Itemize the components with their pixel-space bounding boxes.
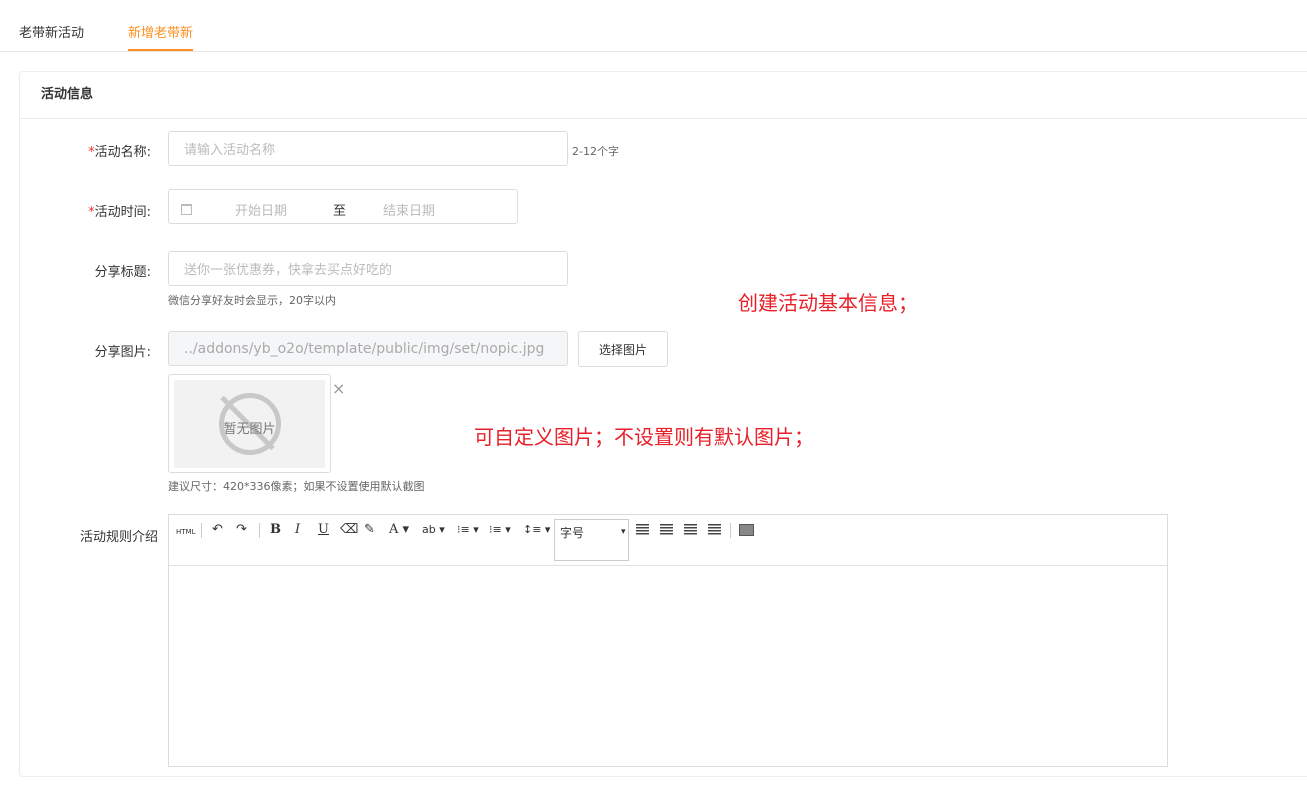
- select-image-button[interactable]: 选择图片: [578, 331, 668, 367]
- underline-button[interactable]: U: [318, 522, 329, 538]
- align-justify-icon[interactable]: [708, 524, 721, 536]
- tab-old-bring-new-activity[interactable]: 老带新活动: [19, 22, 84, 51]
- insert-image-icon[interactable]: [739, 524, 754, 536]
- line-height-button[interactable]: ↕≡ ▾: [523, 522, 550, 538]
- redo-icon[interactable]: ↷: [236, 522, 247, 538]
- start-date-input[interactable]: 开始日期: [235, 200, 287, 219]
- font-color-button[interactable]: A ▾: [389, 522, 409, 538]
- toolbar-separator: [201, 523, 202, 538]
- font-size-select[interactable]: 字号: [554, 519, 629, 561]
- editor-content-area[interactable]: [169, 567, 1167, 766]
- calendar-icon: [181, 204, 192, 215]
- ordered-list-button[interactable]: ⁝≡ ▾: [457, 522, 479, 538]
- tab-add-old-bring-new[interactable]: 新增老带新: [128, 22, 194, 51]
- activity-name-label: *活动名称:: [88, 145, 151, 160]
- share-title-label: 分享标题:: [94, 265, 151, 280]
- card-title: 活动信息: [20, 72, 1307, 119]
- background-color-button[interactable]: ab ▾: [422, 522, 445, 538]
- format-brush-icon[interactable]: ✎: [364, 522, 375, 538]
- tab-bar: 老带新活动 新增老带新: [0, 0, 1307, 52]
- activity-time-label: *活动时间:: [88, 205, 151, 220]
- no-image-text: 暂无图片: [223, 422, 276, 437]
- italic-button[interactable]: I: [295, 522, 300, 538]
- unordered-list-button[interactable]: ⁝≡ ▾: [489, 522, 511, 538]
- toolbar-separator: [730, 523, 731, 538]
- image-preview: 暂无图片: [168, 374, 331, 473]
- undo-icon[interactable]: ↶: [212, 522, 223, 538]
- bold-button[interactable]: B: [270, 522, 281, 538]
- close-icon[interactable]: ×: [332, 379, 345, 398]
- activity-name-input[interactable]: 请输入活动名称: [168, 131, 568, 166]
- end-date-input[interactable]: 结束日期: [383, 200, 435, 219]
- share-title-hint: 微信分享好友时会显示，20字以内: [168, 294, 336, 307]
- date-separator: 至: [333, 204, 347, 219]
- editor-toolbar: HTML ↶ ↷ B I U ⌫ ✎ A ▾ ab ▾ ⁝≡ ▾ ⁝≡ ▾ ↕≡…: [169, 515, 1167, 566]
- align-right-icon[interactable]: [660, 524, 673, 536]
- rich-text-editor: HTML ↶ ↷ B I U ⌫ ✎ A ▾ ab ▾ ⁝≡ ▾ ⁝≡ ▾ ↕≡…: [168, 514, 1168, 767]
- rules-label: 活动规则介绍: [79, 530, 158, 545]
- chevron-down-icon[interactable]: ▾: [621, 524, 626, 540]
- toolbar-separator: [259, 523, 260, 538]
- no-image-placeholder: 暂无图片: [174, 380, 325, 468]
- share-image-path-input: ../addons/yb_o2o/template/public/img/set…: [168, 331, 568, 366]
- align-center-icon[interactable]: [684, 524, 697, 536]
- eraser-icon[interactable]: ⌫: [340, 522, 358, 538]
- share-title-input[interactable]: 送你一张优惠券，快拿去买点好吃的: [168, 251, 568, 286]
- annotation-custom-image: 可自定义图片；不设置则有默认图片；: [474, 425, 814, 449]
- activity-name-hint: 2-12个字: [572, 145, 619, 158]
- align-left-icon[interactable]: [636, 524, 649, 536]
- html-source-button[interactable]: HTML: [176, 524, 195, 540]
- share-image-label: 分享图片:: [94, 345, 151, 360]
- share-image-hint: 建议尺寸：420*336像素；如果不设置使用默认截图: [168, 480, 425, 493]
- annotation-basic-info: 创建活动基本信息；: [738, 291, 918, 315]
